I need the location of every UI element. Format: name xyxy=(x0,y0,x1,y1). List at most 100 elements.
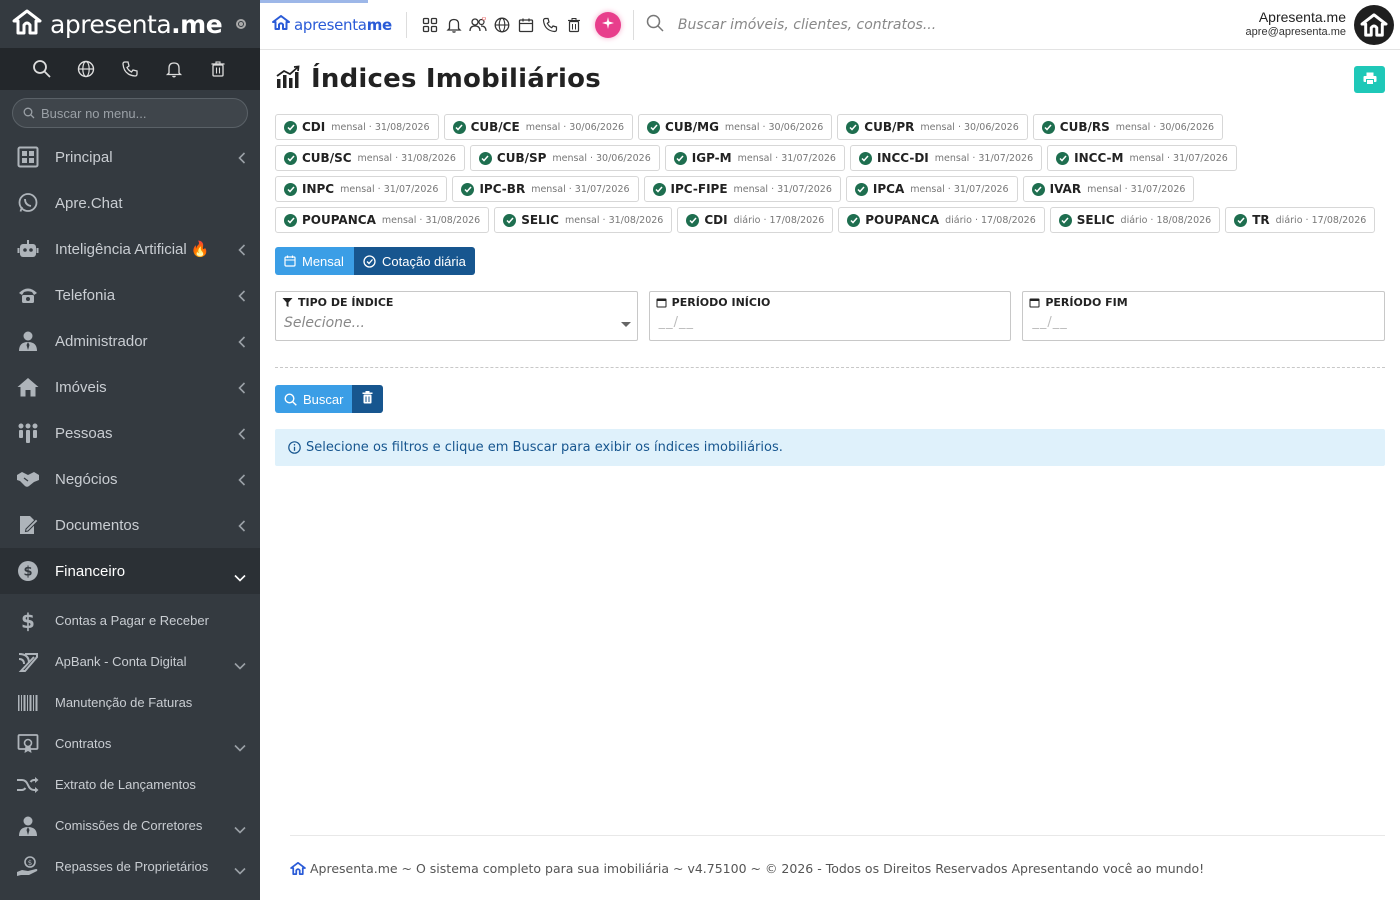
sidebar-item-documentos[interactable]: Documentos xyxy=(0,502,260,548)
sidebar-item-financeiro[interactable]: $ Financeiro xyxy=(0,548,260,594)
submenu-item-extrato-de-lancamentos[interactable]: Extrato de Lançamentos xyxy=(0,764,260,805)
submenu-item-comissoes-de-corretores[interactable]: Comissões de Corretores xyxy=(0,805,260,846)
topbar-brand[interactable]: apresentame xyxy=(272,15,392,34)
submenu-item-manutencao-de-faturas[interactable]: Manutenção de Faturas xyxy=(0,682,260,723)
shuffle-icon xyxy=(16,775,40,795)
phone-icon xyxy=(16,283,40,307)
printer-icon xyxy=(1363,70,1377,89)
sidebar-item-telefonia[interactable]: Telefonia xyxy=(0,272,260,318)
submenu-item-label: Contas a Pagar e Receber xyxy=(55,613,209,628)
globe-icon[interactable] xyxy=(74,57,98,81)
print-button[interactable] xyxy=(1354,66,1385,93)
check-circle-icon xyxy=(1234,213,1248,227)
trash-icon[interactable] xyxy=(206,57,230,81)
sidebar-item-imoveis[interactable]: Imóveis xyxy=(0,364,260,410)
check-circle-icon xyxy=(846,120,860,134)
ai-assistant-button[interactable] xyxy=(594,11,621,38)
index-chip[interactable]: CUB/SP mensal · 30/06/2026 xyxy=(469,145,660,171)
user-name: Apresenta.me xyxy=(1258,9,1346,25)
index-name: INCC-M xyxy=(1074,151,1124,165)
index-chip[interactable]: CUB/MG mensal · 30/06/2026 xyxy=(638,114,833,140)
index-name: CUB/SC xyxy=(302,151,352,165)
index-chip[interactable]: IVAR mensal · 31/07/2026 xyxy=(1022,176,1195,202)
clock-icon xyxy=(363,254,376,268)
check-circle-icon xyxy=(284,120,297,134)
global-search[interactable] xyxy=(632,9,1098,40)
index-chip[interactable]: INPC mensal · 31/07/2026 xyxy=(275,176,448,202)
index-chip[interactable]: IPC-BR mensal · 31/07/2026 xyxy=(452,176,639,202)
index-chip[interactable]: CUB/RS mensal · 30/06/2026 xyxy=(1032,114,1224,140)
info-message: Selecione os filtros e clique em Buscar … xyxy=(306,440,783,455)
index-chip[interactable]: SELIC mensal · 31/08/2026 xyxy=(494,207,673,233)
index-chip[interactable]: POUPANCA mensal · 31/08/2026 xyxy=(275,207,490,233)
index-meta: mensal · 31/07/2026 xyxy=(733,183,832,195)
trash-icon[interactable] xyxy=(565,16,583,34)
phone-icon[interactable] xyxy=(118,57,142,81)
grid-icon[interactable] xyxy=(421,16,439,34)
submenu-item-repasses-de-proprietarios[interactable]: $ Repasses de Proprietários xyxy=(0,846,260,887)
index-chip[interactable]: IPC-FIPE mensal · 31/07/2026 xyxy=(643,176,841,202)
index-chip[interactable]: INCC-M mensal · 31/07/2026 xyxy=(1047,145,1237,171)
index-chip[interactable]: CDI mensal · 31/08/2026 xyxy=(275,114,439,140)
calendar-icon[interactable] xyxy=(517,16,535,34)
submenu-item-contas-a-pagar-e-receber[interactable]: $ Contas a Pagar e Receber xyxy=(0,600,260,641)
sidebar-item-principal[interactable]: Principal xyxy=(0,134,260,180)
end-period-field[interactable]: PERÍODO FIM __/__ xyxy=(1022,291,1386,341)
user-info[interactable]: Apresenta.me apre@apresenta.me xyxy=(1246,9,1346,38)
sidebar-item-negocios[interactable]: Negócios xyxy=(0,456,260,502)
index-meta: mensal · 31/08/2026 xyxy=(357,152,456,164)
index-chip[interactable]: CDI diário · 17/08/2026 xyxy=(677,207,834,233)
sidebar-item-inteligencia-artificial[interactable]: Inteligência Artificial 🔥 xyxy=(0,226,260,272)
check-circle-icon xyxy=(1058,213,1072,227)
sidebar-item-label: Principal xyxy=(55,148,113,166)
check-circle-icon xyxy=(847,213,861,227)
clear-button[interactable] xyxy=(352,385,384,413)
bell-icon[interactable] xyxy=(445,16,463,34)
chart-icon xyxy=(275,65,301,93)
index-chip[interactable]: CUB/PR mensal · 30/06/2026 xyxy=(837,114,1028,140)
search-icon[interactable] xyxy=(30,57,54,81)
chevron-down-icon xyxy=(234,567,246,586)
phone-icon[interactable] xyxy=(541,16,559,34)
sidebar-item-apre-chat[interactable]: Apre.Chat xyxy=(0,180,260,226)
index-chip[interactable]: POUPANCA diário · 17/08/2026 xyxy=(838,207,1045,233)
submenu-item-label: Repasses de Proprietários xyxy=(55,859,209,874)
logo-house-icon xyxy=(12,9,42,39)
bank-icon xyxy=(16,651,40,673)
index-chip[interactable]: CUB/CE mensal · 30/06/2026 xyxy=(443,114,634,140)
target-icon[interactable] xyxy=(236,19,247,29)
chevron-down-icon xyxy=(234,655,246,674)
sidebar-search[interactable] xyxy=(12,98,248,128)
index-chip[interactable]: TR diário · 17/08/2026 xyxy=(1225,207,1376,233)
index-meta: mensal · 30/06/2026 xyxy=(1115,121,1215,133)
start-period-value: __/__ xyxy=(658,315,695,330)
submenu-item-label: Manutenção de Faturas xyxy=(55,695,193,710)
avatar[interactable] xyxy=(1354,5,1394,45)
whatsapp-icon xyxy=(16,191,40,215)
sidebar-search-input[interactable] xyxy=(41,105,231,121)
check-circle-icon xyxy=(461,182,475,196)
index-type-select[interactable]: TIPO DE ÍNDICE Selecione... xyxy=(275,291,638,341)
submenu-item-apbank-conta-digital[interactable]: ApBank - Conta Digital xyxy=(0,641,260,682)
sidebar-brand[interactable]: apresenta.me xyxy=(0,0,260,48)
bell-icon[interactable] xyxy=(162,57,186,81)
sidebar-item-administrador[interactable]: Administrador xyxy=(0,318,260,364)
monthly-button[interactable]: Mensal xyxy=(275,247,354,275)
sidebar-item-pessoas[interactable]: Pessoas xyxy=(0,410,260,456)
submenu-item-contratos[interactable]: Contratos xyxy=(0,723,260,764)
index-chip[interactable]: SELIC diário · 18/08/2026 xyxy=(1049,207,1221,233)
global-search-input[interactable] xyxy=(677,16,1098,33)
search-button[interactable]: Buscar xyxy=(275,385,353,413)
index-chip[interactable]: INCC-DI mensal · 31/07/2026 xyxy=(849,145,1043,171)
index-chip[interactable]: IPCA mensal · 31/07/2026 xyxy=(845,176,1018,202)
start-period-field[interactable]: PERÍODO INÍCIO __/__ xyxy=(648,291,1012,341)
index-chip[interactable]: IGP-M mensal · 31/07/2026 xyxy=(664,145,845,171)
index-meta: diário · 17/08/2026 xyxy=(733,214,825,226)
sparkle-icon xyxy=(601,15,615,34)
index-name: TR xyxy=(1252,213,1270,227)
index-chip[interactable]: CUB/SC mensal · 31/08/2026 xyxy=(275,145,465,171)
index-name: CUB/PR xyxy=(864,120,915,134)
globe-icon[interactable] xyxy=(493,16,511,34)
daily-quote-button[interactable]: Cotação diária xyxy=(354,247,475,275)
users-icon[interactable] xyxy=(469,16,487,34)
